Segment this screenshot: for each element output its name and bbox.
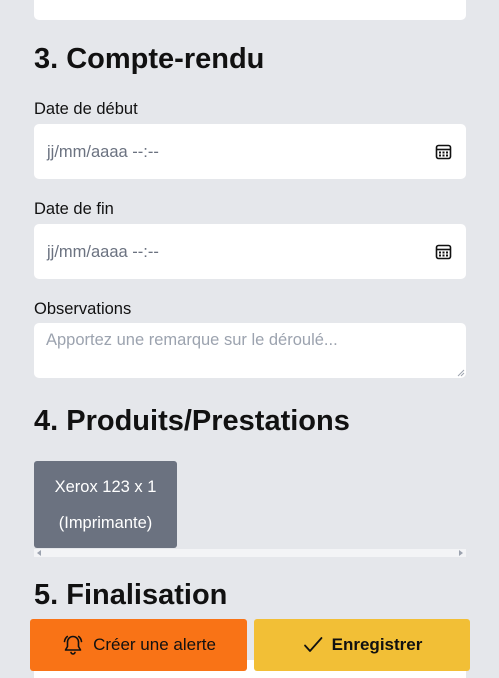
- check-icon: [303, 637, 323, 652]
- product-list: Xerox 123 x 1 (Imprimante): [34, 461, 466, 557]
- create-alert-label: Créer une alerte: [93, 635, 216, 654]
- end-date-input[interactable]: jj/mm/aaaa --:--: [34, 224, 466, 279]
- end-date-placeholder: jj/mm/aaaa --:--: [47, 243, 159, 261]
- start-date-input[interactable]: jj/mm/aaaa --:--: [34, 124, 466, 179]
- save-button[interactable]: Enregistrer: [254, 619, 470, 671]
- start-date-placeholder: jj/mm/aaaa --:--: [47, 143, 159, 161]
- end-date-label: Date de fin: [34, 200, 114, 218]
- observations-label: Observations: [34, 300, 132, 318]
- calendar-icon[interactable]: [435, 243, 452, 260]
- form-page: 3. Compte-rendu Date de début jj/mm/aaaa…: [0, 0, 499, 678]
- resize-handle-icon[interactable]: [457, 369, 465, 377]
- bell-icon: [63, 635, 83, 655]
- calendar-icon[interactable]: [435, 143, 452, 160]
- observations-textarea[interactable]: Apportez une remarque sur le déroulé...: [34, 323, 466, 378]
- previous-section-card: [34, 0, 466, 20]
- product-name: Xerox 123 x 1: [54, 478, 157, 496]
- product-item[interactable]: Xerox 123 x 1 (Imprimante): [34, 461, 177, 548]
- observations-placeholder: Apportez une remarque sur le déroulé...: [46, 331, 338, 349]
- scroll-left-icon[interactable]: [37, 550, 41, 556]
- section-title-report: 3. Compte-rendu: [34, 43, 265, 75]
- start-date-label: Date de début: [34, 100, 138, 118]
- section-title-finalisation: 5. Finalisation: [34, 579, 228, 611]
- horizontal-scrollbar[interactable]: [34, 549, 466, 557]
- scroll-right-icon[interactable]: [459, 550, 463, 556]
- create-alert-button[interactable]: Créer une alerte: [30, 619, 247, 671]
- product-category: (Imprimante): [58, 514, 153, 532]
- section-title-products: 4. Produits/Prestations: [34, 405, 350, 437]
- save-label: Enregistrer: [331, 635, 423, 654]
